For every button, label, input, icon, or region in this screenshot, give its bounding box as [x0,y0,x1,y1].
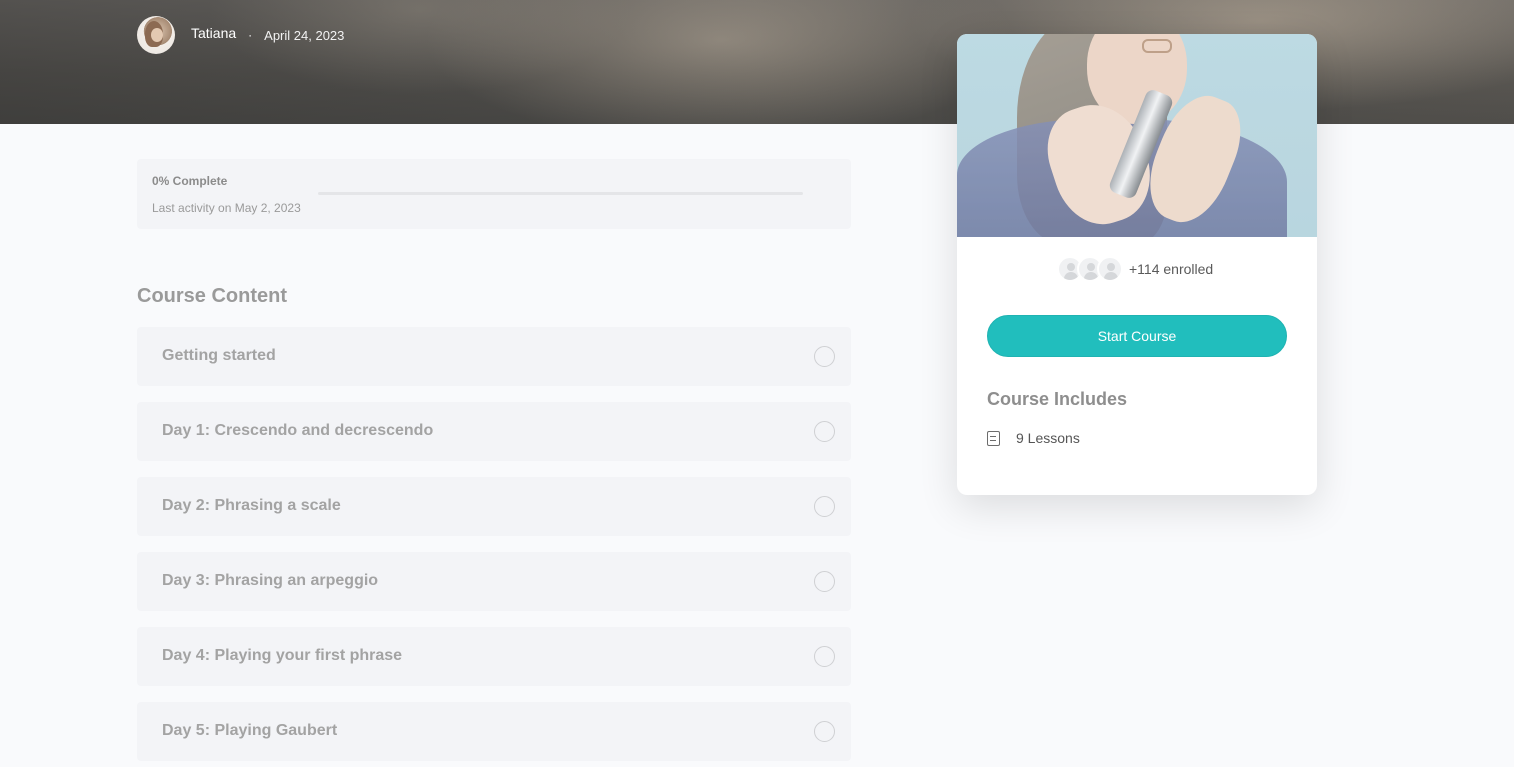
lesson-title[interactable]: Day 5: Playing Gaubert [162,722,337,740]
progress-bar [318,192,803,195]
lesson-status-circle-icon [814,646,835,667]
lesson-title[interactable]: Day 1: Crescendo and decrescendo [162,422,433,440]
lesson-title[interactable]: Day 4: Playing your first phrase [162,647,402,665]
course-cover-image [957,34,1317,237]
lesson-title[interactable]: Getting started [162,347,276,365]
lesson-item[interactable]: Day 3: Phrasing an arpeggio [137,552,851,611]
lessons-count: 9 Lessons [1016,430,1080,446]
lesson-status-circle-icon [814,571,835,592]
last-activity: Last activity on May 2, 2023 [152,201,301,215]
meta-separator: · [248,28,253,42]
document-icon [987,430,1000,446]
author-avatar[interactable] [137,16,175,54]
lesson-status-circle-icon [814,346,835,367]
lesson-status-circle-icon [814,496,835,517]
includes-item: 9 Lessons [987,430,1080,446]
lesson-status-circle-icon [814,421,835,442]
author-name[interactable]: Tatiana [191,25,236,41]
enrolled-students: +114 enrolled [1057,256,1213,282]
student-avatar-icon [1097,256,1123,282]
lesson-status-circle-icon [814,721,835,742]
author-info: Tatiana · April 24, 2023 [137,16,344,54]
lesson-item[interactable]: Day 1: Crescendo and decrescendo [137,402,851,461]
progress-percent-label: 0% Complete [152,174,228,188]
lesson-item[interactable]: Getting started [137,327,851,386]
course-progress: 0% Complete Last activity on May 2, 2023 [137,159,851,229]
post-date: April 24, 2023 [264,27,345,43]
course-includes-heading: Course Includes [987,389,1128,409]
lesson-item[interactable]: Day 2: Phrasing a scale [137,477,851,536]
lesson-title[interactable]: Day 3: Phrasing an arpeggio [162,572,378,590]
course-card: +114 enrolled Start Course Course Includ… [957,34,1317,495]
lesson-title[interactable]: Day 2: Phrasing a scale [162,497,341,515]
start-course-button[interactable]: Start Course [987,315,1287,357]
enrolled-count: +114 enrolled [1129,261,1214,277]
lesson-item[interactable]: Day 4: Playing your first phrase [137,627,851,686]
course-content-heading: Course Content [137,285,287,307]
lesson-item[interactable]: Day 5: Playing Gaubert [137,702,851,761]
